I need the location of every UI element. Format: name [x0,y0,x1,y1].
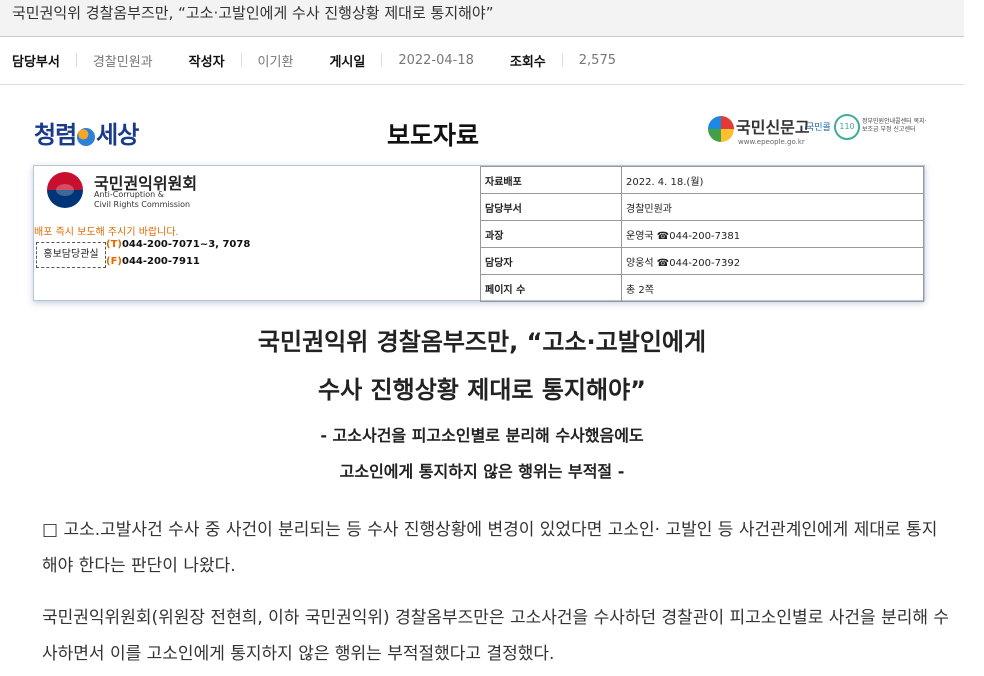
call-label: 국민콜 [806,123,831,133]
divider [75,53,77,67]
table-row: 과장 운영국 ☎044-200-7381 [480,220,924,248]
table-row: 자료배포 2022. 4. 18.(월) [480,166,924,194]
phone-prefix: (T) [106,239,122,250]
subheadline-line2: 고소인에게 통지하지 않은 행위는 부적절 - [339,462,625,481]
body-paragraph-2: 국민권익위원회(위원장 전현희, 이하 국민권익위) 경찰옴부즈만은 고소사건을… [42,608,950,664]
subheadline-line1: - 고소사건을 피고소인별로 분리해 수사했음에도 [320,426,644,445]
org-name-english: Anti-Corruption & Civil Rights Commissio… [94,190,190,210]
phone-number: (T)044-200-7071~3, 7078 [106,239,250,250]
headline-line2: 수사 진행상황 제대로 통지해야” [318,376,646,404]
divider [561,53,563,67]
call-110-badge: 110 [834,114,860,140]
release-info-table: 자료배포 2022. 4. 18.(월) 담당부서 경찰민원과 과장 운영국 ☎… [480,166,924,302]
row-value: 운영국 ☎044-200-7381 [621,220,924,248]
epeople-logo: 국민신문고 www.epeople.go.kr 국민콜 110 정부민원안내콜센… [708,112,928,152]
row-key: 담당부서 [480,193,622,221]
meta-views-value: 2,575 [578,52,616,68]
epeople-url: www.epeople.go.kr [738,138,805,146]
integrity-logo-text: 청렴 [34,120,77,149]
headline-line1: 국민권익위 경찰옴부즈만, “고소·고발인에게 [257,328,707,356]
post-meta-row: 담당부서 경찰민원과 작성자 이기환 게시일 2022-04-18 조회수 2,… [0,36,964,85]
org-name-english-line1: Anti-Corruption & [94,190,164,199]
org-name-english-line2: Civil Rights Commission [94,200,191,209]
row-value: 경찰민원과 [621,193,924,221]
integrity-logo: 청렴 세상 [34,115,139,150]
table-row: 담당자 양웅석 ☎044-200-7392 [480,247,924,275]
meta-author-label: 작성자 [188,54,225,70]
government-emblem-icon [47,172,83,208]
meta-date-value: 2022-04-18 [398,52,474,68]
row-value: 2022. 4. 18.(월) [621,166,924,194]
fax-value: 044-200-7911 [121,256,200,267]
post-title: 국민권익위 경찰옴부즈만, “고소·고발인에게 수사 진행상황 제대로 통지해야… [12,4,494,22]
meta-author-value: 이기환 [257,54,294,70]
row-key: 페이지 수 [480,274,622,302]
row-value: 양웅석 ☎044-200-7392 [621,247,924,275]
meta-views-label: 조회수 [509,54,546,70]
meta-date-label: 게시일 [329,54,366,70]
meta-dept-label: 담당부서 [12,54,60,70]
fax-prefix: (F) [106,256,122,267]
fax-number: (F)044-200-7911 [106,256,200,267]
row-value: 총 2쪽 [621,274,924,302]
press-info-box: 국민권익위원회 Anti-Corruption & Civil Rights C… [33,165,925,302]
globe-icon [77,127,96,146]
table-row: 담당부서 경찰민원과 [480,193,924,221]
integrity-logo-text-tail: 세상 [96,120,139,149]
call-center-desc: 정부민원안내콜센터 복지·보조금 부정 신고센터 [862,118,927,133]
table-row: 페이지 수 총 2쪽 [480,274,924,302]
press-release-title: 보도자료 [387,121,480,150]
epeople-name: 국민신문고 [736,118,810,137]
pinwheel-icon [708,116,734,142]
row-key: 자료배포 [480,166,622,194]
divider [381,53,383,67]
meta-dept-value: 경찰민원과 [92,54,153,70]
pr-office-label: 홍보담당관실 [36,242,106,268]
row-key: 과장 [480,220,622,248]
release-notice: 배포 즉시 보도해 주시기 바랍니다. [34,227,179,238]
body-paragraph-1: □ 고소.고발사건 수사 중 사건이 분리되는 등 수사 진행상황에 변경이 있… [42,520,938,576]
phone-value: 044-200-7071~3, 7078 [121,239,251,250]
row-key: 담당자 [480,247,622,275]
post-title-bar: 국민권익위 경찰옴부즈만, “고소·고발인에게 수사 진행상황 제대로 통지해야… [0,0,964,37]
divider [240,53,242,67]
